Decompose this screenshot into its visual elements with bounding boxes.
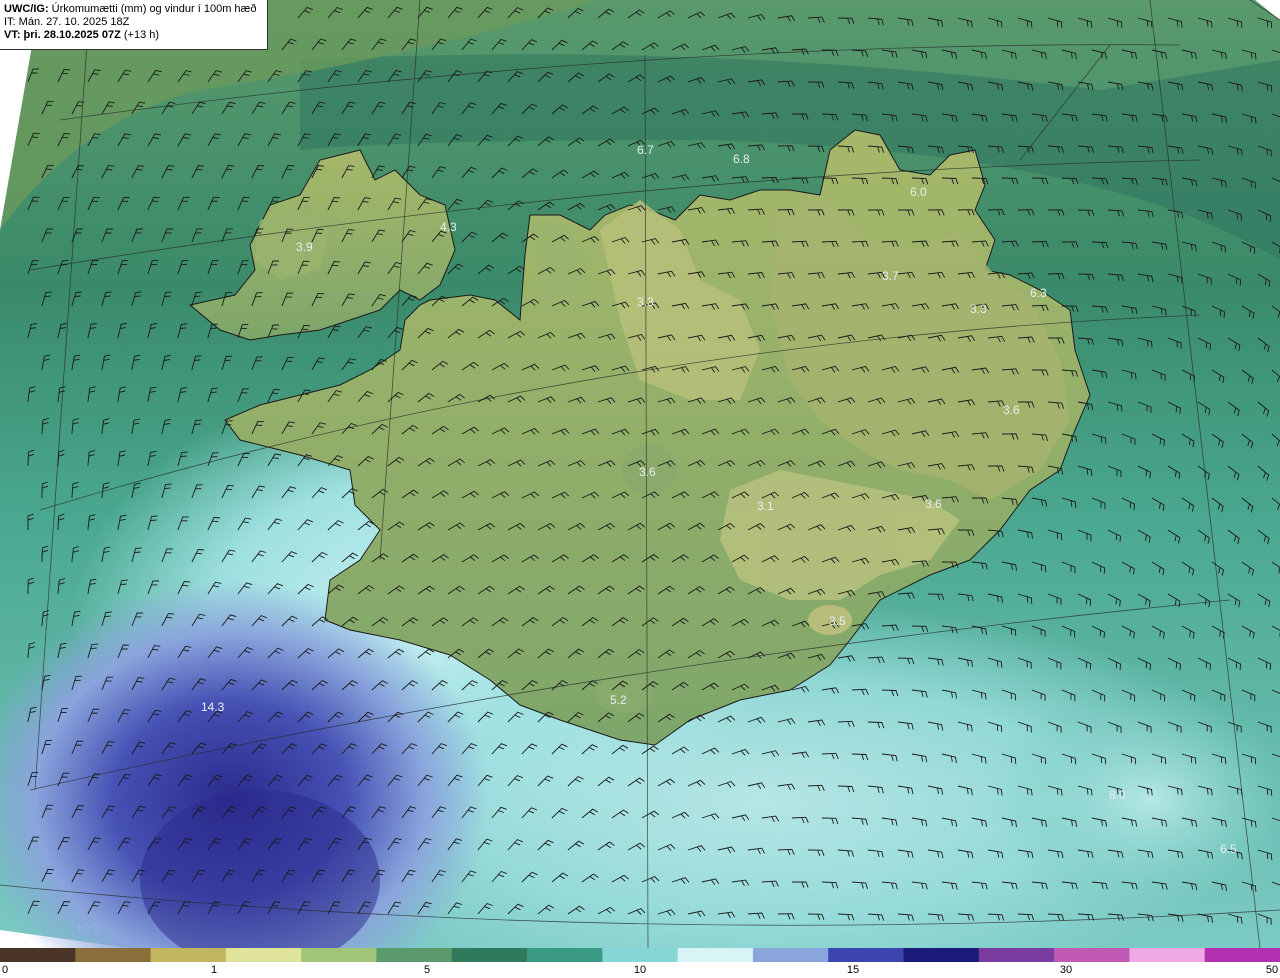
value-label: 3.1	[757, 499, 774, 513]
value-label: 6.5	[1220, 842, 1237, 856]
colorbar-tick-label: 0	[1, 964, 9, 976]
colorbar-tick-label: 15	[846, 964, 860, 976]
colorbar-segment	[527, 948, 603, 962]
colorbar-segment	[225, 948, 302, 962]
value-label: 3.5	[829, 614, 846, 628]
value-label: 6.0	[910, 185, 927, 199]
colorbar-segment	[903, 948, 980, 962]
model-name: UWC/IG:	[4, 3, 49, 15]
colorbar-segment	[828, 948, 905, 962]
colorbar-segment	[0, 948, 76, 962]
colorbar-segment	[1204, 948, 1280, 962]
init-time: IT: Mán. 27. 10. 2025 18Z	[4, 16, 130, 28]
map-viewer: 6.7 6.8 6.0 3.9 4.3 3.7 3.3 6.3 3.3 3.6 …	[0, 0, 1280, 978]
colorbar-segment	[752, 948, 829, 962]
valid-time: VT: þri. 28.10.2025 07Z	[4, 29, 121, 41]
colorbar-tick-label: 50	[1265, 964, 1279, 976]
value-label: 4.3	[440, 220, 457, 234]
colorbar-segment	[75, 948, 152, 962]
value-label: 8.0	[1109, 788, 1126, 802]
value-label: 3.3	[970, 302, 987, 316]
colorbar-segment	[978, 948, 1055, 962]
value-label: 3.7	[882, 269, 899, 283]
colorbar-segment	[150, 948, 227, 962]
colorbar-labels: 0 1 5 10 15 30 50	[0, 962, 1280, 978]
value-label: 6.3	[1030, 286, 1047, 300]
colorbar-tick-label: 30	[1059, 964, 1073, 976]
colorbar-segment	[301, 948, 378, 962]
value-label: 10.2	[76, 921, 100, 935]
value-label: 14.3	[201, 700, 225, 714]
value-label: 6.7	[637, 143, 654, 157]
forecast-offset: (+13 h)	[123, 29, 160, 41]
map-info-box: UWC/IG: Úrkomumætti (mm) og vindur í 100…	[0, 0, 268, 50]
colorbar-segment	[451, 948, 528, 962]
value-label: 5.2	[610, 693, 627, 707]
colorbar-segment	[677, 948, 754, 962]
value-label: 3.3	[637, 295, 654, 309]
colorbar	[0, 948, 1280, 962]
value-label: 3.6	[1003, 403, 1020, 417]
colorbar-tick-label: 1	[210, 964, 218, 976]
colorbar-tick-label: 10	[633, 964, 647, 976]
colorbar-segment	[376, 948, 453, 962]
colorbar-segment	[1054, 948, 1131, 962]
colorbar-segment	[1129, 948, 1206, 962]
value-label: 6.8	[733, 152, 750, 166]
value-label: 3.6	[925, 497, 942, 511]
precipitation-wind-map: 6.7 6.8 6.0 3.9 4.3 3.7 3.3 6.3 3.3 3.6 …	[0, 0, 1280, 948]
map-title: Úrkomumætti (mm) og vindur í 100m hæð	[51, 3, 257, 15]
value-label: 3.9	[296, 240, 313, 254]
colorbar-segment	[602, 948, 679, 962]
value-label: 3.6	[639, 465, 656, 479]
colorbar-tick-label: 5	[423, 964, 431, 976]
